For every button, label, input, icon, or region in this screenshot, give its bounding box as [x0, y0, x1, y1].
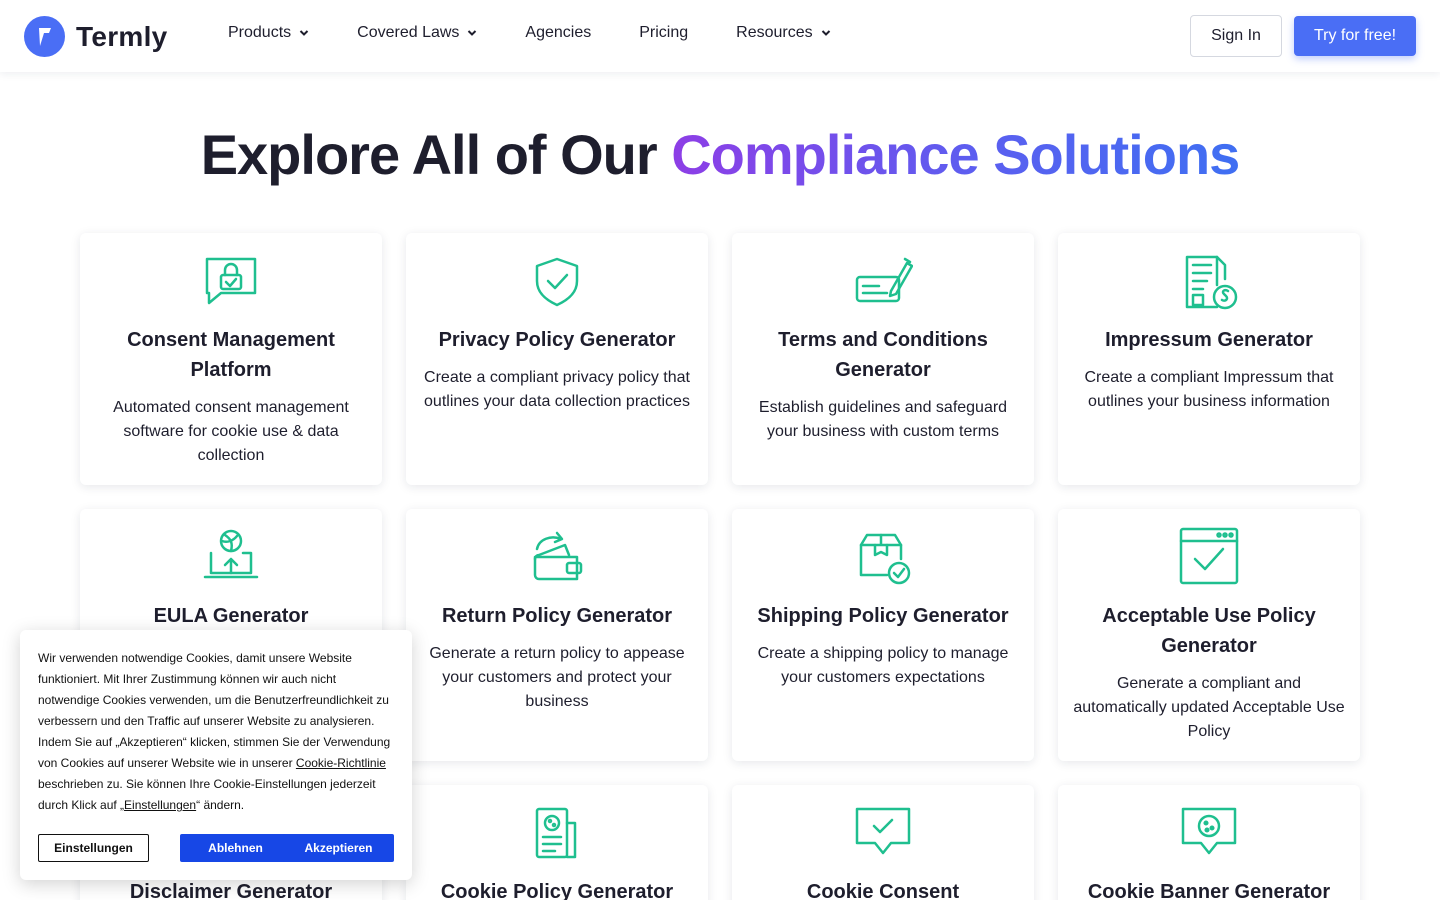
cookie-text-part: Wir verwenden notwendige Cookies, damit … — [38, 651, 391, 770]
card-description: Create a compliant Impressum that outlin… — [1084, 369, 1334, 410]
nav-item-resources[interactable]: Resources — [736, 24, 830, 42]
cookie-accept-button[interactable]: Akzeptieren — [283, 834, 394, 862]
card-impressum[interactable]: Impressum Generator Create a compliant I… — [1058, 233, 1360, 485]
title-plain: Explore All of Our — [200, 123, 672, 186]
card-title: Shipping Policy Generator — [757, 605, 1009, 627]
card-shipping-policy[interactable]: Shipping Policy Generator Create a shipp… — [732, 509, 1034, 761]
card-title: Terms and Conditions Generator — [778, 329, 988, 381]
card-acceptable-use[interactable]: Acceptable Use Policy Generator Generate… — [1058, 509, 1360, 761]
card-consent-management[interactable]: Consent Management Platform Automated co… — [80, 233, 382, 485]
card-description: Generate a compliant and automatically u… — [1073, 675, 1345, 740]
card-title: Consent Management Platform — [127, 329, 335, 381]
main-menu: Products Covered Laws Agencies Pricing R… — [228, 24, 879, 42]
card-terms-conditions[interactable]: Terms and Conditions Generator Establish… — [732, 233, 1034, 485]
card-cookie-consent[interactable]: Cookie Consent — [732, 785, 1034, 900]
cookie-consent-banner: Wir verwenden notwendige Cookies, damit … — [20, 630, 412, 880]
card-title: Cookie Consent — [806, 881, 960, 900]
card-privacy-policy[interactable]: Privacy Policy Generator Create a compli… — [406, 233, 708, 485]
card-title: EULA Generator — [153, 605, 309, 627]
cookie-text-part: “ ändern. — [196, 798, 245, 812]
card-cookie-banner[interactable]: Cookie Banner Generator — [1058, 785, 1360, 900]
top-navbar: Termly Products Covered Laws Agencies Pr… — [0, 0, 1440, 72]
termly-logo[interactable]: Termly — [24, 16, 168, 57]
card-description: Create a shipping policy to manage your … — [757, 645, 1009, 686]
card-title: Privacy Policy Generator — [438, 329, 676, 351]
card-description: Automated consent management software fo… — [113, 399, 349, 464]
box-check-icon — [859, 533, 911, 585]
nav-item-products[interactable]: Products — [228, 24, 309, 42]
cookie-chat-icon — [1181, 807, 1237, 855]
nav-item-label: Products — [228, 24, 292, 41]
termly-logo-icon — [24, 16, 65, 57]
signature-pen-icon — [855, 257, 913, 303]
browser-check-icon — [1179, 527, 1239, 585]
shield-check-icon — [535, 257, 579, 307]
chevron-down-icon — [821, 30, 830, 36]
title-highlight: Compliance Solutions — [671, 123, 1240, 186]
nav-item-pricing[interactable]: Pricing — [639, 24, 688, 42]
chat-check-icon — [855, 807, 911, 855]
card-description: Establish guidelines and safeguard your … — [758, 399, 1008, 440]
nav-item-covered-laws[interactable]: Covered Laws — [357, 24, 477, 42]
card-cookie-policy[interactable]: Cookie Policy Generator — [406, 785, 708, 900]
cookie-document-icon — [535, 807, 577, 859]
cookie-settings-link[interactable]: Einstellungen — [124, 798, 196, 812]
chevron-down-icon — [299, 30, 309, 36]
card-description: Create a compliant privacy policy that o… — [424, 369, 690, 410]
nav-item-agencies[interactable]: Agencies — [525, 24, 591, 42]
brand-name: Termly — [76, 20, 168, 52]
wallet-return-icon — [533, 531, 583, 581]
document-section-icon — [1185, 255, 1238, 310]
card-title: Acceptable Use Policy Generator — [1102, 605, 1316, 657]
nav-item-label: Agencies — [525, 24, 592, 41]
chat-lock-icon — [205, 257, 257, 305]
cookie-banner-text: Wir verwenden notwendige Cookies, damit … — [38, 648, 398, 816]
card-title: Impressum Generator — [1105, 329, 1313, 351]
card-return-policy[interactable]: Return Policy Generator Generate a retur… — [406, 509, 708, 761]
card-title: Return Policy Generator — [441, 605, 673, 627]
card-title: Cookie Policy Generator — [440, 881, 674, 900]
nav-item-label: Pricing — [639, 24, 689, 41]
nav-item-label: Covered Laws — [357, 24, 460, 41]
page-title: Explore All of Our Compliance Solutions — [0, 122, 1440, 187]
try-for-free-button[interactable]: Try for free! — [1294, 16, 1416, 56]
card-title: Disclaimer Generator — [129, 881, 333, 900]
card-description: Generate a return policy to appease your… — [429, 645, 685, 710]
card-title: Cookie Banner Generator — [1087, 881, 1331, 900]
cookie-settings-button[interactable]: Einstellungen — [38, 834, 149, 862]
cookie-policy-link[interactable]: Cookie-Richtlinie — [296, 756, 386, 770]
laptop-upload-icon — [203, 529, 259, 579]
nav-item-label: Resources — [736, 24, 813, 41]
sign-in-button[interactable]: Sign In — [1190, 15, 1282, 57]
chevron-down-icon — [468, 30, 477, 36]
cookie-decline-button[interactable]: Ablehnen — [180, 834, 291, 862]
